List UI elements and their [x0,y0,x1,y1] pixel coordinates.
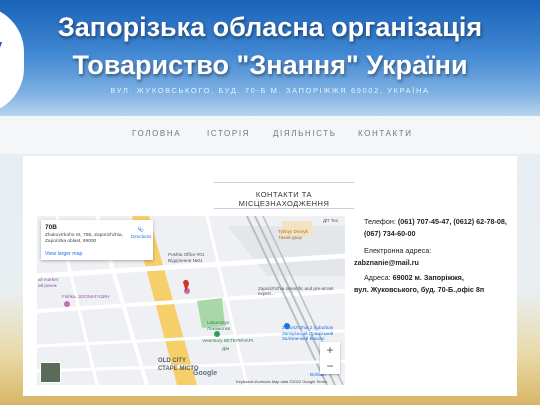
header-address: ВУЛ. ЖУКОВСЬКОГО, БУД. 70-Б М. ЗАПОРІЖЖЯ… [110,86,430,95]
map-zoom-control: + − [320,342,340,374]
email-value[interactable]: zabznanie@mail.ru [354,257,514,269]
contact-email: Електронна адреса: zabznanie@mail.ru [354,245,514,269]
map-label-mall-ua: ий ринок [38,283,57,288]
map-label-zaporizhzhia2-ua: Запорізький Приміський Залізничний Вокза… [282,331,334,341]
map-label-dim: Дім [222,346,230,351]
zoom-in-button[interactable]: + [320,342,340,358]
map-layer-toggle[interactable] [40,362,61,383]
site-title-line-2: Товариство "Знання" України [72,50,468,80]
google-logo: Google [193,370,218,377]
site-title-line-1: Запорізька обласна організація [57,12,483,42]
zoom-out-button[interactable]: − [320,358,340,374]
map-label-lokomotyv-ua: Локомотив [207,326,230,331]
phone-label: Телефон: [364,217,396,226]
map-label-tykhyi-ua: Тихий двор [278,235,303,240]
map-label-fishka: Fishka, ЗООМАГАЗИН [62,294,110,299]
nav-item-activity[interactable]: ДІЯЛЬНІСТЬ [273,129,337,138]
section-title: КОНТАКТИ ТА МІСЦЕЗНАХОДЖЕННЯ [238,190,330,208]
nav-item-home[interactable]: ГОЛОВНА [132,129,181,138]
map-label-posta-ua: Відділення №01 [168,258,203,263]
nav-item-history[interactable]: ІСТОРІЯ [207,129,250,138]
directions-button[interactable]: ⮱ Directions [131,225,151,239]
address-value-2: вул. Жуковського, буд. 70-Б.,офіс 8п [354,285,485,295]
nav-item-contacts[interactable]: КОНТАКТИ [358,129,413,138]
map-info-card: 70B Zhukovs'koho St, 70Б, Zaporizhzhia, … [41,220,153,260]
email-label: Електронна адреса: [364,246,432,255]
map-label-dp-tes: ДП Тех [323,218,338,223]
view-larger-map-link[interactable]: View larger map [45,251,82,257]
main-nav: ГОЛОВНА ІСТОРІЯ ДІЯЛЬНІСТЬ КОНТАКТИ [0,116,540,155]
map-place-address: Zhukovs'koho St, 70Б, Zaporizhzhia, Zapo… [45,233,123,244]
contact-address: Адреса: 69002 м. Запоріжжя, вул. Жуковсь… [354,272,514,296]
map-label-posta: Poshta Office #01 [168,252,205,257]
map-label-veterinary: Veterinary ВЕТЕРИНАРІ [202,338,254,343]
directions-icon: ⮱ [137,225,145,234]
site-header: Запорізька обласна організація Товариств… [0,0,540,116]
contact-phone: Телефон: (061) 707-45-47, (0612) 62-78-0… [354,216,514,240]
map-footer[interactable]: Keyboard shortcuts Map data ©2022 Google… [236,379,327,384]
map-label-tykhyi: Tykhyy Dvoryk [278,229,308,234]
map-label-expert: Zaporizhzhia scientific and pre-arrant e… [258,286,334,296]
map-label-old-city: OLD CITY [158,358,186,364]
directions-label: Directions [131,234,152,239]
address-value: 69002 м. Запоріжжя, [392,273,464,282]
address-label: Адреса: [364,273,391,282]
section-divider-bottom [214,208,354,209]
section-divider-top [214,182,354,183]
map-label-zaporizhzhia2: Zaporizhzhia 2 Suburban [282,325,334,330]
map-place-title: 70B [45,224,57,231]
map-label-lokomotyv: Lokomotyv [207,320,230,325]
map-label-mall: all market [38,277,58,282]
